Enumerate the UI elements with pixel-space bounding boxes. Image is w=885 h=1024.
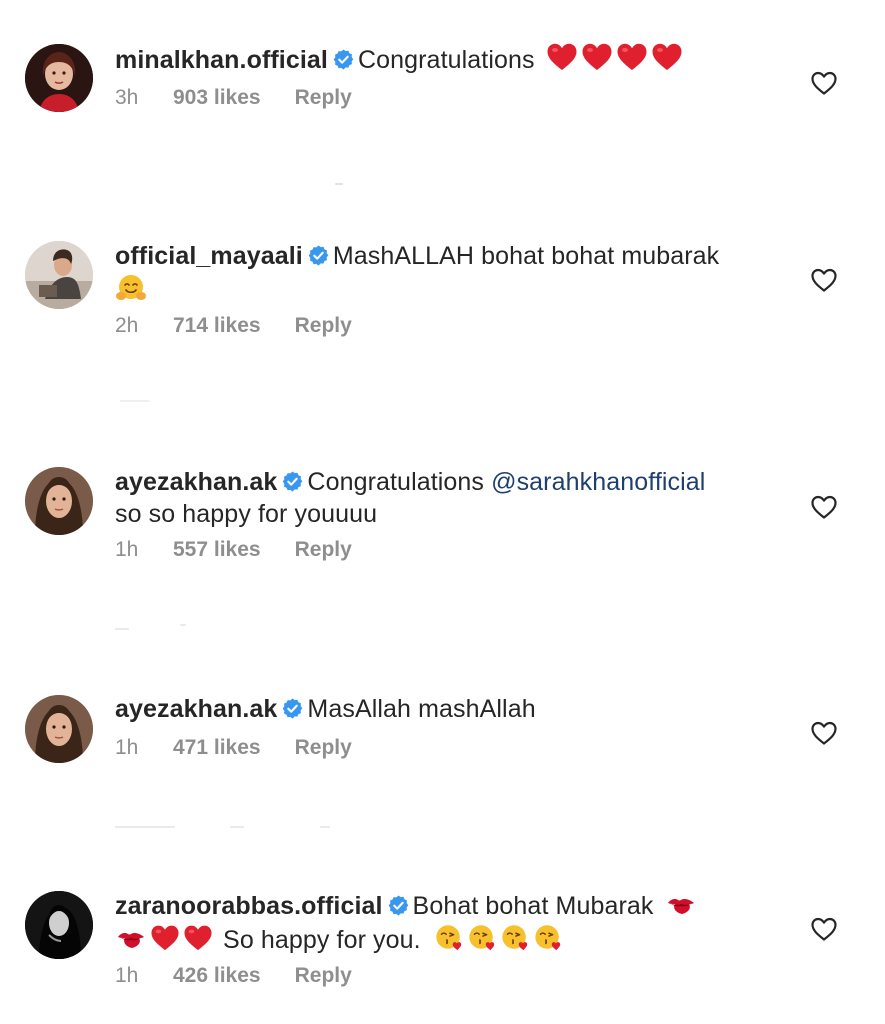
hugging-face-emoji (115, 272, 147, 304)
face-blowing-kiss-emoji (467, 922, 497, 952)
divider (335, 183, 343, 185)
comment-username[interactable]: minalkhan.official (115, 46, 328, 74)
heart-outline-icon[interactable] (810, 916, 838, 942)
verified-badge-icon (281, 697, 304, 720)
reply-button[interactable]: Reply (295, 86, 352, 110)
comment-text-line2 (115, 272, 765, 308)
avatar[interactable] (25, 467, 93, 535)
red-heart-emoji (546, 42, 578, 72)
avatar[interactable] (25, 891, 93, 959)
comment-likes[interactable]: 471 likes (173, 736, 261, 760)
verified-badge-icon (332, 48, 355, 71)
comment-username[interactable]: ayezakhan.ak (115, 695, 277, 723)
comment-time: 2h (115, 314, 139, 337)
red-heart-emoji (183, 924, 213, 952)
comment-likes[interactable]: 426 likes (173, 964, 261, 988)
comment-time: 1h (115, 538, 139, 561)
comment-text: zaranoorabbas.official Bohat bohat Mubara… (115, 890, 765, 922)
comment-text: ayezakhan.ak Congratulations @sarahkhanof… (115, 466, 765, 498)
comment-text: ayezakhan.ak MasAllah mashAllah (115, 693, 765, 725)
comment-meta: 3h 903 likes Reply (115, 86, 765, 110)
verified-badge-icon (281, 470, 304, 493)
comment-text: minalkhan.official Congratulations (115, 42, 765, 76)
comment-username[interactable]: ayezakhan.ak (115, 468, 277, 496)
comment-text-line2: So happy for you. (115, 922, 765, 956)
comment-message: MashALLAH bohat bohat mubarak (332, 242, 720, 270)
comment-meta: 2h 714 likes Reply (115, 314, 765, 338)
face-blowing-kiss-emoji (533, 922, 563, 952)
avatar[interactable] (25, 695, 93, 763)
divider (115, 826, 175, 828)
verified-badge-icon (387, 894, 410, 917)
comment-meta: 1h 426 likes Reply (115, 964, 765, 988)
comment-text: official_mayaali MashALLAH bohat bohat mu… (115, 240, 765, 272)
comment-meta: 1h 557 likes Reply (115, 538, 765, 562)
heart-outline-icon[interactable] (810, 267, 838, 293)
red-heart-emoji (651, 42, 683, 72)
kiss-mark-emoji (665, 894, 697, 918)
comment-message: MasAllah mashAllah (307, 695, 536, 723)
face-blowing-kiss-emoji (500, 922, 530, 952)
heart-outline-icon[interactable] (810, 720, 838, 746)
face-blowing-kiss-emoji (434, 922, 464, 952)
red-heart-emoji (581, 42, 613, 72)
avatar[interactable] (25, 44, 93, 112)
comment-likes[interactable]: 557 likes (173, 538, 261, 562)
comment-time: 1h (115, 964, 139, 987)
avatar[interactable] (25, 241, 93, 309)
heart-outline-icon[interactable] (810, 494, 838, 520)
comment-username[interactable]: zaranoorabbas.official (115, 892, 383, 920)
red-heart-emoji (616, 42, 648, 72)
comment-message: Bohat bohat Mubarak (412, 892, 654, 920)
comment-message-line2: So happy for you. (223, 926, 421, 954)
divider (230, 826, 244, 828)
divider (115, 628, 129, 630)
comment-likes[interactable]: 714 likes (173, 314, 261, 338)
kiss-mark-emoji (115, 928, 147, 952)
comment-time: 3h (115, 86, 139, 109)
verified-badge-icon (307, 244, 330, 267)
comment-message: Congratulations (357, 46, 535, 74)
reply-button[interactable]: Reply (295, 736, 352, 760)
comment-username[interactable]: official_mayaali (115, 242, 303, 270)
comment-message: Congratulations (307, 468, 485, 496)
comment-time: 1h (115, 736, 139, 759)
red-heart-emoji (150, 924, 180, 952)
reply-button[interactable]: Reply (295, 314, 352, 338)
heart-outline-icon[interactable] (810, 70, 838, 96)
comment-mention-link[interactable]: @sarahkhanofficial (491, 468, 705, 496)
comment-meta: 1h 471 likes Reply (115, 736, 765, 760)
divider (320, 826, 330, 828)
reply-button[interactable]: Reply (295, 538, 352, 562)
divider (120, 400, 150, 402)
comment-likes[interactable]: 903 likes (173, 86, 261, 110)
comment-text-line2: so so happy for youuuu (115, 500, 378, 528)
divider (180, 624, 186, 626)
reply-button[interactable]: Reply (295, 964, 352, 988)
